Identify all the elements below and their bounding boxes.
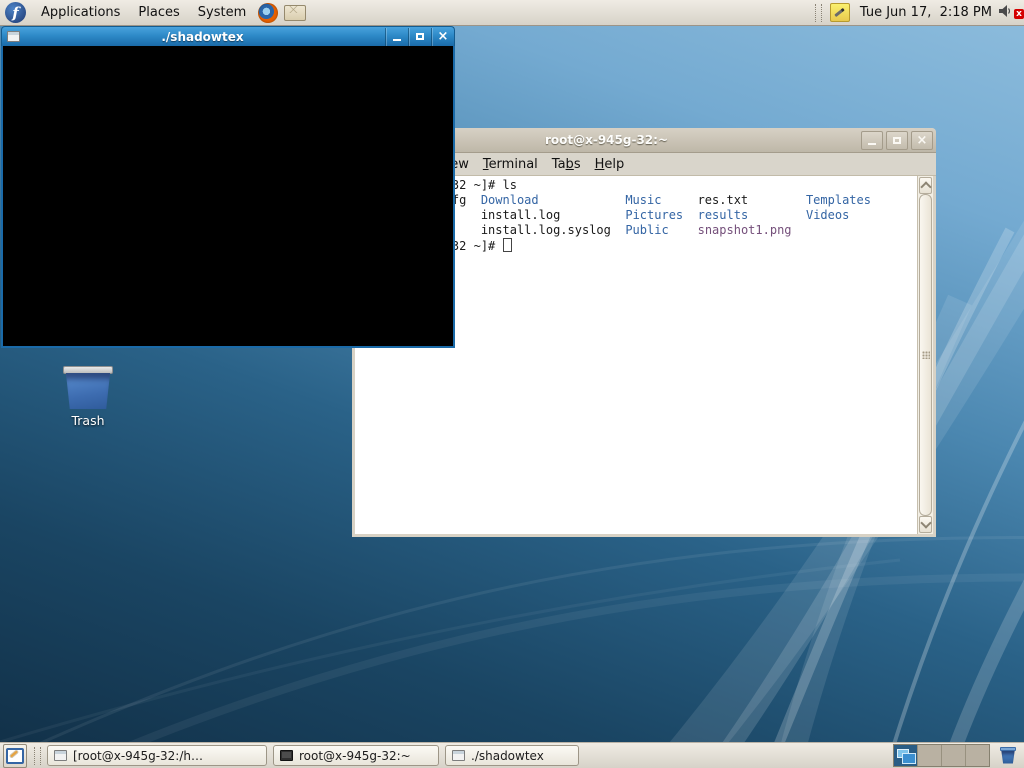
minimize-icon <box>393 39 401 41</box>
desktop-trash-icon[interactable]: Trash <box>58 366 118 428</box>
terminal-menu-help[interactable]: Help <box>588 155 632 174</box>
show-desktop-button[interactable] <box>3 744 27 768</box>
shadowtex-window: ./shadowtex × <box>1 26 455 348</box>
menu-system[interactable]: System <box>189 1 255 24</box>
bottom-panel: [root@x-945g-32:/h… root@x-945g-32:~ ./sha… <box>0 742 1024 768</box>
email-launcher[interactable] <box>284 5 306 21</box>
window-menu-icon[interactable] <box>7 31 20 42</box>
scroll-up-button[interactable] <box>919 177 932 194</box>
minimize-icon <box>868 143 876 145</box>
close-icon: × <box>438 30 449 43</box>
applet-handle[interactable] <box>815 4 822 22</box>
mute-badge-icon: x <box>1014 9 1024 19</box>
maximize-button[interactable] <box>886 131 908 150</box>
workspace-1[interactable] <box>894 745 918 766</box>
trash-body <box>64 373 112 409</box>
window-list: [root@x-945g-32:/h… root@x-945g-32:~ ./sha… <box>47 745 579 766</box>
workspace-window-thumb <box>902 753 916 764</box>
email-icon <box>284 5 306 21</box>
workspace-2[interactable] <box>918 745 942 766</box>
trash-label: Trash <box>58 413 118 428</box>
trash-icon <box>1000 747 1016 751</box>
fedora-logo-icon[interactable]: f <box>5 2 26 23</box>
taskbar-button-2[interactable]: root@x-945g-32:~ <box>273 745 439 766</box>
taskbar-button-label: root@x-945g-32:~ <box>299 749 411 763</box>
speaker-muted-icon <box>998 3 1014 19</box>
firefox-launcher[interactable] <box>258 3 278 23</box>
trash-rim <box>63 366 113 374</box>
taskbar-button-1[interactable]: [root@x-945g-32:/h… <box>47 745 267 766</box>
trash-applet[interactable] <box>1000 747 1016 765</box>
window-icon <box>452 750 465 761</box>
volume-applet[interactable]: x <box>998 3 1022 23</box>
close-button[interactable]: × <box>911 131 933 150</box>
close-icon: × <box>917 134 928 147</box>
chevron-up-icon <box>920 181 931 192</box>
close-button[interactable]: × <box>431 28 454 46</box>
tasklist-handle[interactable] <box>34 747 41 765</box>
maximize-button[interactable] <box>408 28 431 46</box>
minimize-button[interactable] <box>385 28 408 46</box>
shadowtex-canvas[interactable] <box>1 46 455 348</box>
taskbar-button-label: ./shadowtex <box>471 749 544 763</box>
scrollbar-grip-icon <box>922 351 930 359</box>
maximize-icon <box>416 33 424 40</box>
maximize-icon <box>893 137 901 144</box>
minimize-button[interactable] <box>861 131 883 150</box>
workspace-4[interactable] <box>966 745 989 766</box>
menu-places[interactable]: Places <box>129 1 188 24</box>
show-desktop-icon <box>6 748 24 764</box>
notes-applet-icon[interactable] <box>830 3 850 22</box>
menu-applications[interactable]: Applications <box>32 1 129 24</box>
scrollbar-thumb[interactable] <box>919 194 932 516</box>
terminal-scrollbar[interactable] <box>917 176 933 534</box>
taskbar-button-3[interactable]: ./shadowtex <box>445 745 579 766</box>
shadowtex-window-title: ./shadowtex <box>20 30 385 44</box>
shadowtex-titlebar[interactable]: ./shadowtex × <box>1 26 455 46</box>
panel-menus: ApplicationsPlacesSystem <box>32 1 255 24</box>
terminal-icon <box>280 750 293 761</box>
window-icon <box>54 750 67 761</box>
chevron-down-icon <box>920 517 931 528</box>
workspace-switcher <box>893 744 990 767</box>
scroll-down-button[interactable] <box>919 516 932 533</box>
clock[interactable]: Tue Jun 17, 2:18 PM <box>854 5 998 20</box>
terminal-menu-tabs[interactable]: Tabs <box>545 155 588 174</box>
taskbar-button-label: [root@x-945g-32:/h… <box>73 749 203 763</box>
top-panel: f ApplicationsPlacesSystem Tue Jun 17, 2… <box>0 0 1024 26</box>
firefox-icon <box>258 3 278 23</box>
trash-icon-body <box>1001 751 1015 764</box>
terminal-menu-terminal[interactable]: Terminal <box>476 155 545 174</box>
terminal-cursor <box>503 238 512 252</box>
workspace-3[interactable] <box>942 745 966 766</box>
